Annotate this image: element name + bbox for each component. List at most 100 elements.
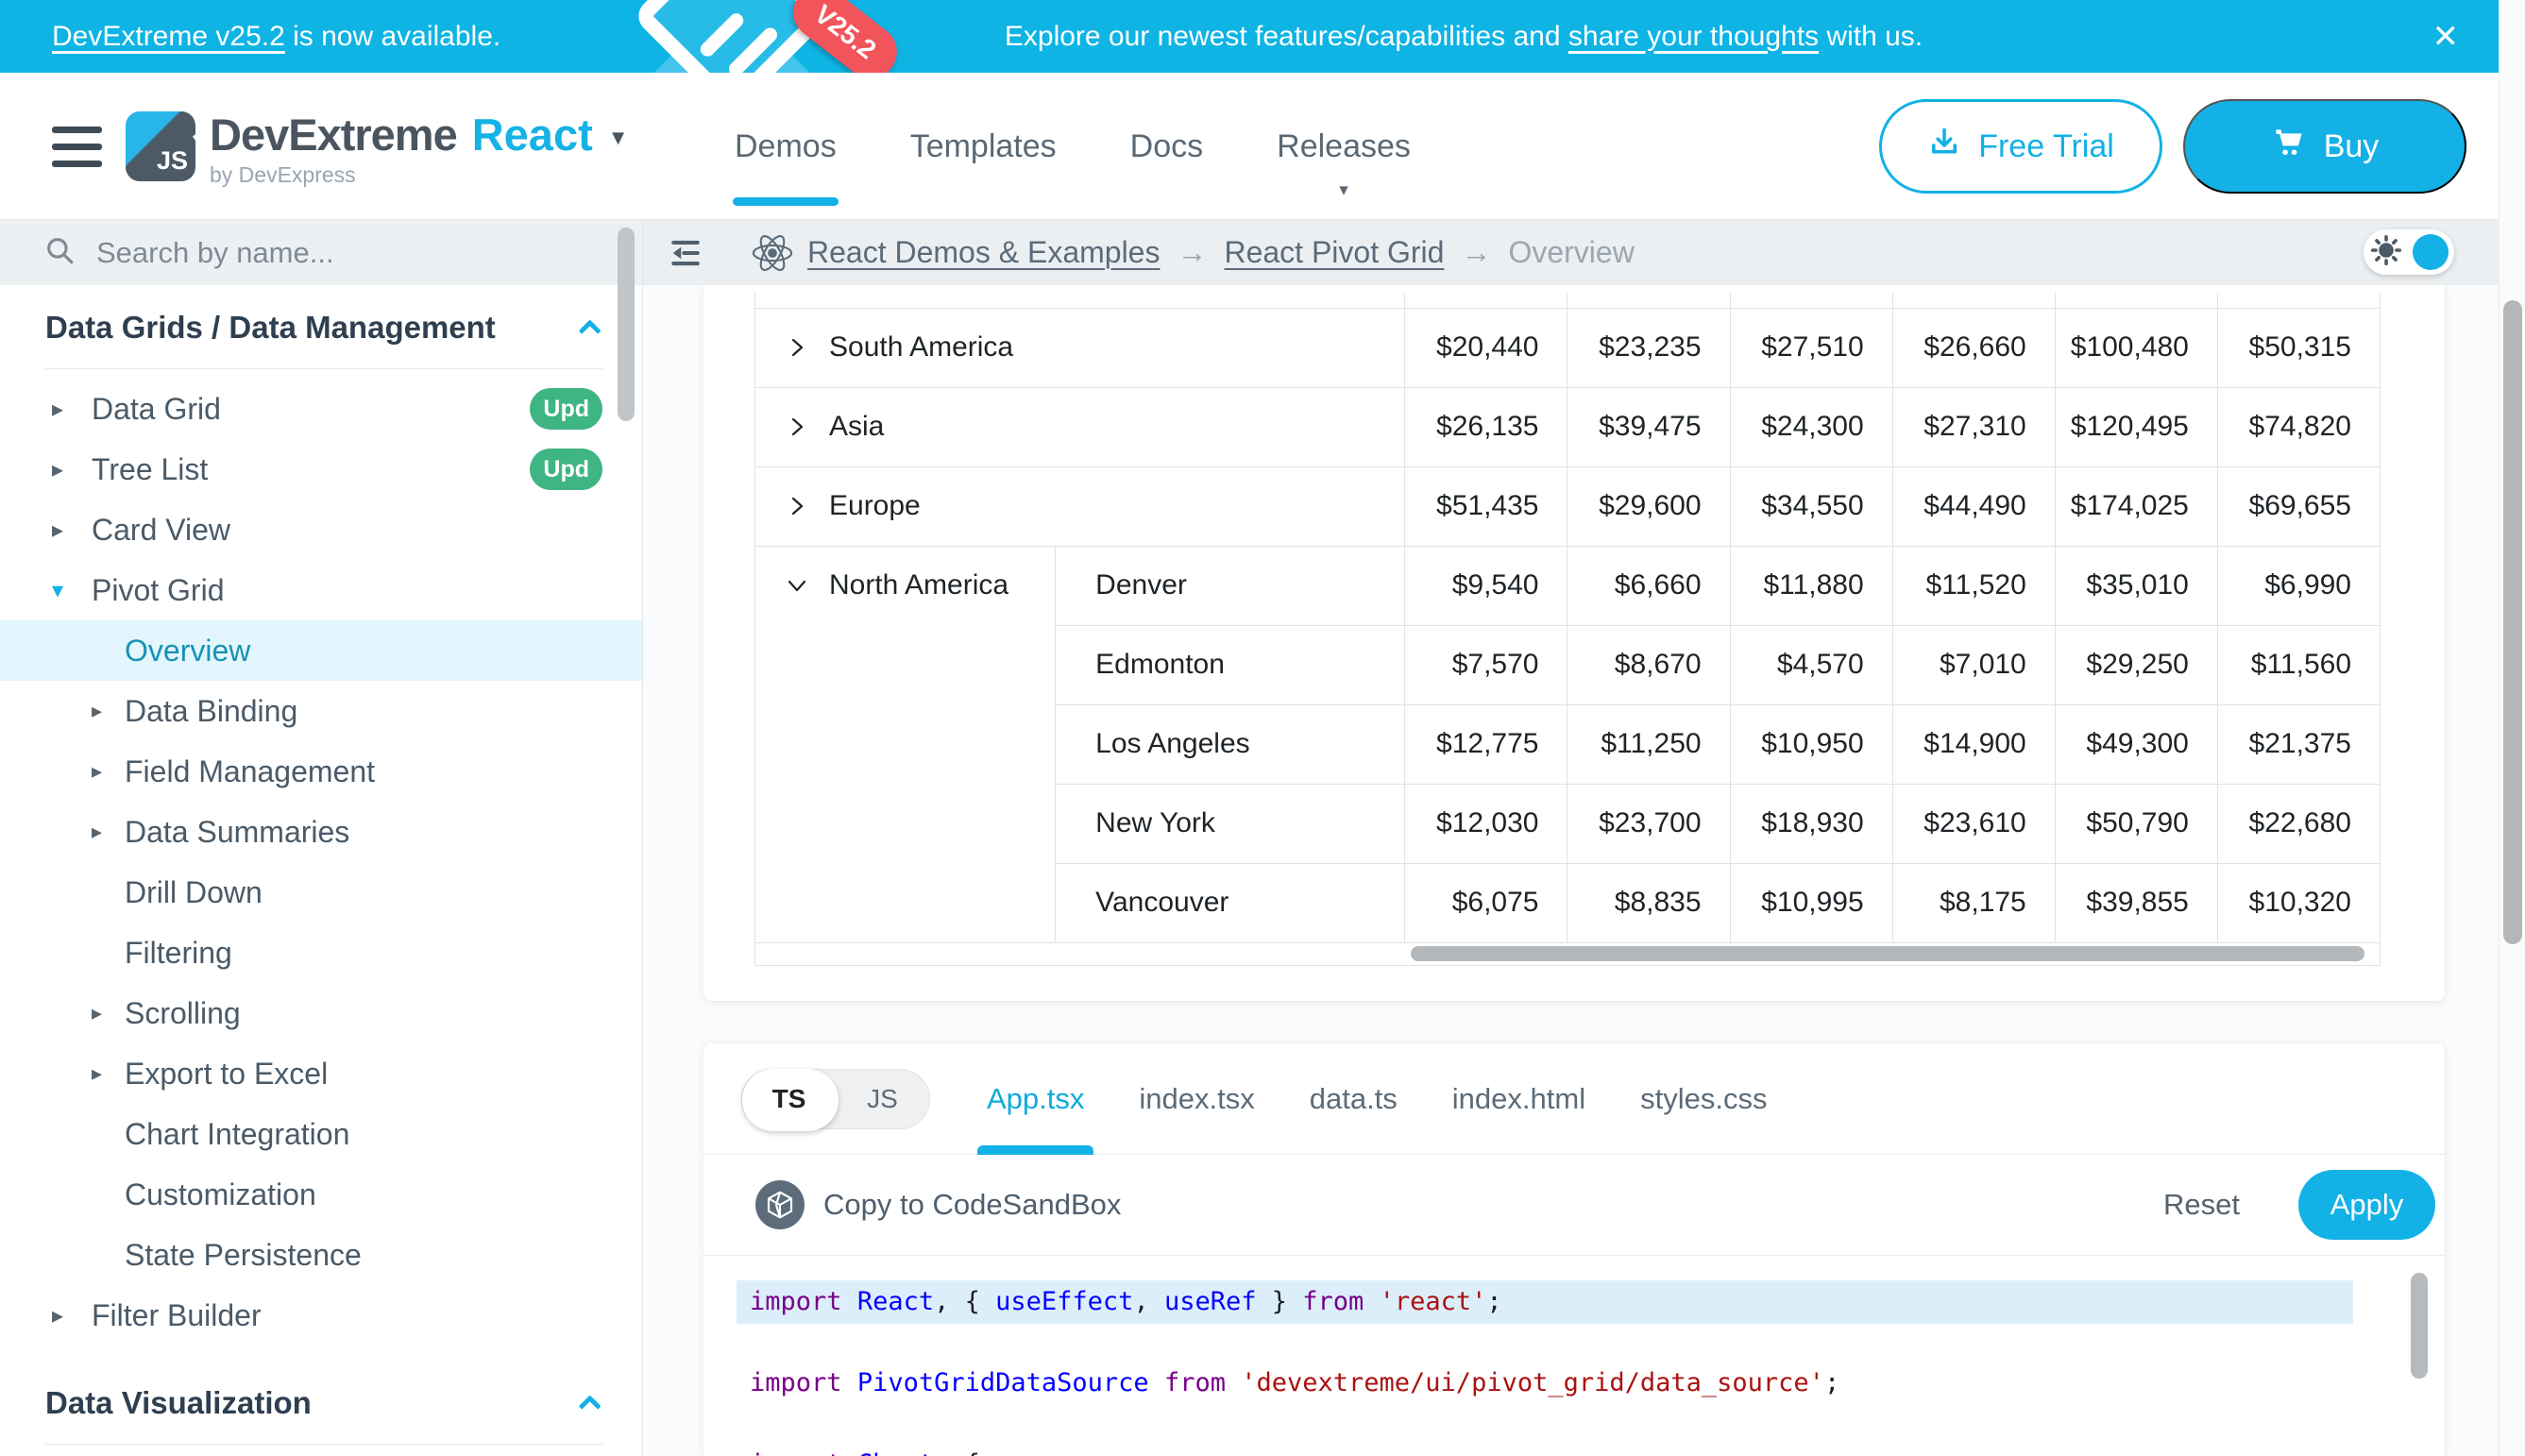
chevron-down-icon[interactable] bbox=[786, 574, 808, 597]
pivot-value-cell: $12,030 bbox=[1405, 784, 1568, 863]
sidebar-item-data-summaries[interactable]: ▸Data Summaries bbox=[0, 802, 642, 862]
banner-close-icon[interactable]: ✕ bbox=[2432, 0, 2460, 73]
sidebar-item-pivot-grid[interactable]: ▾Pivot Grid bbox=[0, 560, 642, 620]
pivot-clipped-cell bbox=[1405, 293, 1568, 308]
page-scrollbar-thumb[interactable] bbox=[2503, 300, 2522, 944]
sidebar-item-chart-integration[interactable]: Chart Integration bbox=[0, 1104, 642, 1164]
pivot-row-header-vancouver[interactable]: Vancouver bbox=[1056, 863, 1405, 942]
pivot-value-cell: $11,520 bbox=[1892, 546, 2055, 625]
free-trial-button[interactable]: Free Trial bbox=[1879, 99, 2162, 194]
page-scrollbar-track[interactable] bbox=[2499, 0, 2525, 1456]
sidebar-item-state-persistence[interactable]: State Persistence bbox=[0, 1225, 642, 1285]
pivot-row-header-asia[interactable]: Asia bbox=[755, 387, 1405, 466]
pivot-value-cell: $49,300 bbox=[2055, 704, 2217, 784]
lang-option-js[interactable]: JS bbox=[836, 1084, 929, 1114]
chevron-right-icon[interactable] bbox=[786, 336, 808, 359]
pivot-value-cell: $7,570 bbox=[1405, 625, 1568, 704]
code-token: import bbox=[750, 1368, 842, 1397]
tab-styles-css[interactable]: styles.css bbox=[1640, 1043, 1767, 1155]
pivot-row-header-south-america[interactable]: South America bbox=[755, 308, 1405, 387]
pivot-row-header-denver[interactable]: Denver bbox=[1056, 546, 1405, 625]
devextreme-logo[interactable]: JS bbox=[126, 111, 195, 181]
sidebar-item-filter-builder[interactable]: ▸Filter Builder bbox=[0, 1285, 642, 1346]
tab-app-tsx[interactable]: App.tsx bbox=[987, 1043, 1084, 1155]
lang-option-ts[interactable]: TS bbox=[742, 1084, 836, 1114]
code-token bbox=[1226, 1368, 1241, 1397]
code-token: import bbox=[750, 1449, 842, 1456]
sidebar-heading-data-visualization[interactable]: Data Visualization bbox=[0, 1374, 642, 1432]
table-row: South America$20,440$23,235$27,510$26,66… bbox=[755, 308, 2381, 387]
pivot-grid-table: South America$20,440$23,235$27,510$26,66… bbox=[754, 293, 2381, 943]
pivot-row-header-new-york[interactable]: New York bbox=[1056, 784, 1405, 863]
sidebar-item-filtering[interactable]: Filtering bbox=[0, 923, 642, 983]
share-your-thoughts-link[interactable]: share your thoughts bbox=[1568, 21, 1819, 53]
code-token bbox=[1149, 1368, 1164, 1397]
nav-item-releases[interactable]: Releases▾ bbox=[1277, 73, 1411, 220]
collapse-sidebar-icon[interactable] bbox=[668, 235, 703, 271]
sidebar-item-overview[interactable]: Overview bbox=[0, 620, 642, 681]
breadcrumb-separator: → bbox=[1177, 235, 1207, 270]
code-scrollbar-thumb[interactable] bbox=[2411, 1273, 2428, 1379]
theme-toggle-knob[interactable] bbox=[2413, 234, 2449, 270]
sidebar-item-data-binding[interactable]: ▸Data Binding bbox=[0, 681, 642, 741]
nav-item-demos[interactable]: Demos bbox=[735, 73, 837, 220]
banner-version-link[interactable]: DevExtreme v25.2 bbox=[52, 21, 285, 53]
nav-item-docs[interactable]: Docs bbox=[1130, 73, 1203, 220]
chevron-right-icon[interactable] bbox=[786, 415, 808, 438]
pivot-row-header-los-angeles[interactable]: Los Angeles bbox=[1056, 704, 1405, 784]
sidebar-item-data-grid[interactable]: ▸Data GridUpd bbox=[0, 379, 642, 439]
region-label: Asia bbox=[829, 411, 884, 443]
tab-data-ts[interactable]: data.ts bbox=[1310, 1043, 1398, 1155]
copy-to-codesandbox-link[interactable]: Copy to CodeSandBox bbox=[823, 1188, 1121, 1222]
code-editor[interactable]: import React, { useEffect, useRef } from… bbox=[703, 1256, 2445, 1456]
chevron-up-icon[interactable] bbox=[579, 1395, 602, 1417]
tab-index-tsx[interactable]: index.tsx bbox=[1139, 1043, 1254, 1155]
sidebar-item-customization[interactable]: Customization bbox=[0, 1164, 642, 1225]
pivot-value-cell: $23,235 bbox=[1568, 308, 1730, 387]
buy-button[interactable]: Buy bbox=[2183, 99, 2466, 194]
pivot-value-cell: $11,880 bbox=[1730, 546, 1892, 625]
sidebar-heading-data-grids-data-management[interactable]: Data Grids / Data Management bbox=[0, 298, 642, 357]
sidebar-item-card-view[interactable]: ▸Card View bbox=[0, 499, 642, 560]
sidebar-item-scrolling[interactable]: ▸Scrolling bbox=[0, 983, 642, 1043]
codesandbox-icon[interactable] bbox=[755, 1180, 805, 1229]
search-input[interactable] bbox=[96, 236, 550, 270]
sidebar-search[interactable] bbox=[0, 220, 642, 285]
sidebar-scrollbar-thumb[interactable] bbox=[618, 228, 635, 421]
chevron-right-icon[interactable] bbox=[786, 495, 808, 517]
horizontal-scrollbar-track[interactable] bbox=[1405, 945, 2374, 962]
pivot-value-cell: $29,600 bbox=[1568, 466, 1730, 546]
sidebar-heading-label: Data Grids / Data Management bbox=[45, 310, 496, 346]
sidebar-item-drill-down[interactable]: Drill Down bbox=[0, 862, 642, 923]
pivot-value-cell: $174,025 bbox=[2055, 466, 2217, 546]
pivot-value-cell: $29,250 bbox=[2055, 625, 2217, 704]
nav-item-label: Releases bbox=[1277, 128, 1411, 165]
framework-selector[interactable]: React bbox=[472, 109, 593, 161]
ts-js-toggle[interactable]: TSJS bbox=[741, 1069, 930, 1129]
pivot-row-header-north-america[interactable]: North America bbox=[755, 546, 1056, 942]
region-label: South America bbox=[829, 331, 1013, 364]
hamburger-menu-icon[interactable] bbox=[52, 73, 102, 220]
logo-js-text: JS bbox=[157, 146, 188, 176]
sidebar-item-tree-list[interactable]: ▸Tree ListUpd bbox=[0, 439, 642, 499]
sidebar-item-label: Chart Integration bbox=[125, 1117, 349, 1152]
chevron-right-icon: ▸ bbox=[92, 820, 125, 844]
chevron-down-icon[interactable]: ▼ bbox=[608, 126, 629, 150]
breadcrumb-link-react-pivot-grid[interactable]: React Pivot Grid bbox=[1224, 235, 1444, 270]
sidebar-item-field-management[interactable]: ▸Field Management bbox=[0, 741, 642, 802]
sidebar-item-label: Filter Builder bbox=[92, 1298, 262, 1333]
apply-button[interactable]: Apply bbox=[2298, 1170, 2435, 1240]
pivot-row-header-edmonton[interactable]: Edmonton bbox=[1056, 625, 1405, 704]
pivot-row-header-europe[interactable]: Europe bbox=[755, 466, 1405, 546]
theme-toggle[interactable] bbox=[2364, 229, 2454, 275]
reset-button[interactable]: Reset bbox=[2163, 1188, 2240, 1222]
breadcrumb-link-react-demos-examples[interactable]: React Demos & Examples bbox=[807, 235, 1160, 270]
tab-index-html[interactable]: index.html bbox=[1452, 1043, 1585, 1155]
region-label: Europe bbox=[829, 490, 921, 522]
horizontal-scrollbar-thumb[interactable] bbox=[1411, 946, 2364, 961]
pivot-grid-widget: South America$20,440$23,235$27,510$26,66… bbox=[754, 293, 2381, 966]
code-token: , bbox=[1133, 1287, 1164, 1316]
nav-item-templates[interactable]: Templates bbox=[910, 73, 1057, 220]
sidebar-item-export-to-excel[interactable]: ▸Export to Excel bbox=[0, 1043, 642, 1104]
chevron-up-icon[interactable] bbox=[579, 319, 602, 342]
